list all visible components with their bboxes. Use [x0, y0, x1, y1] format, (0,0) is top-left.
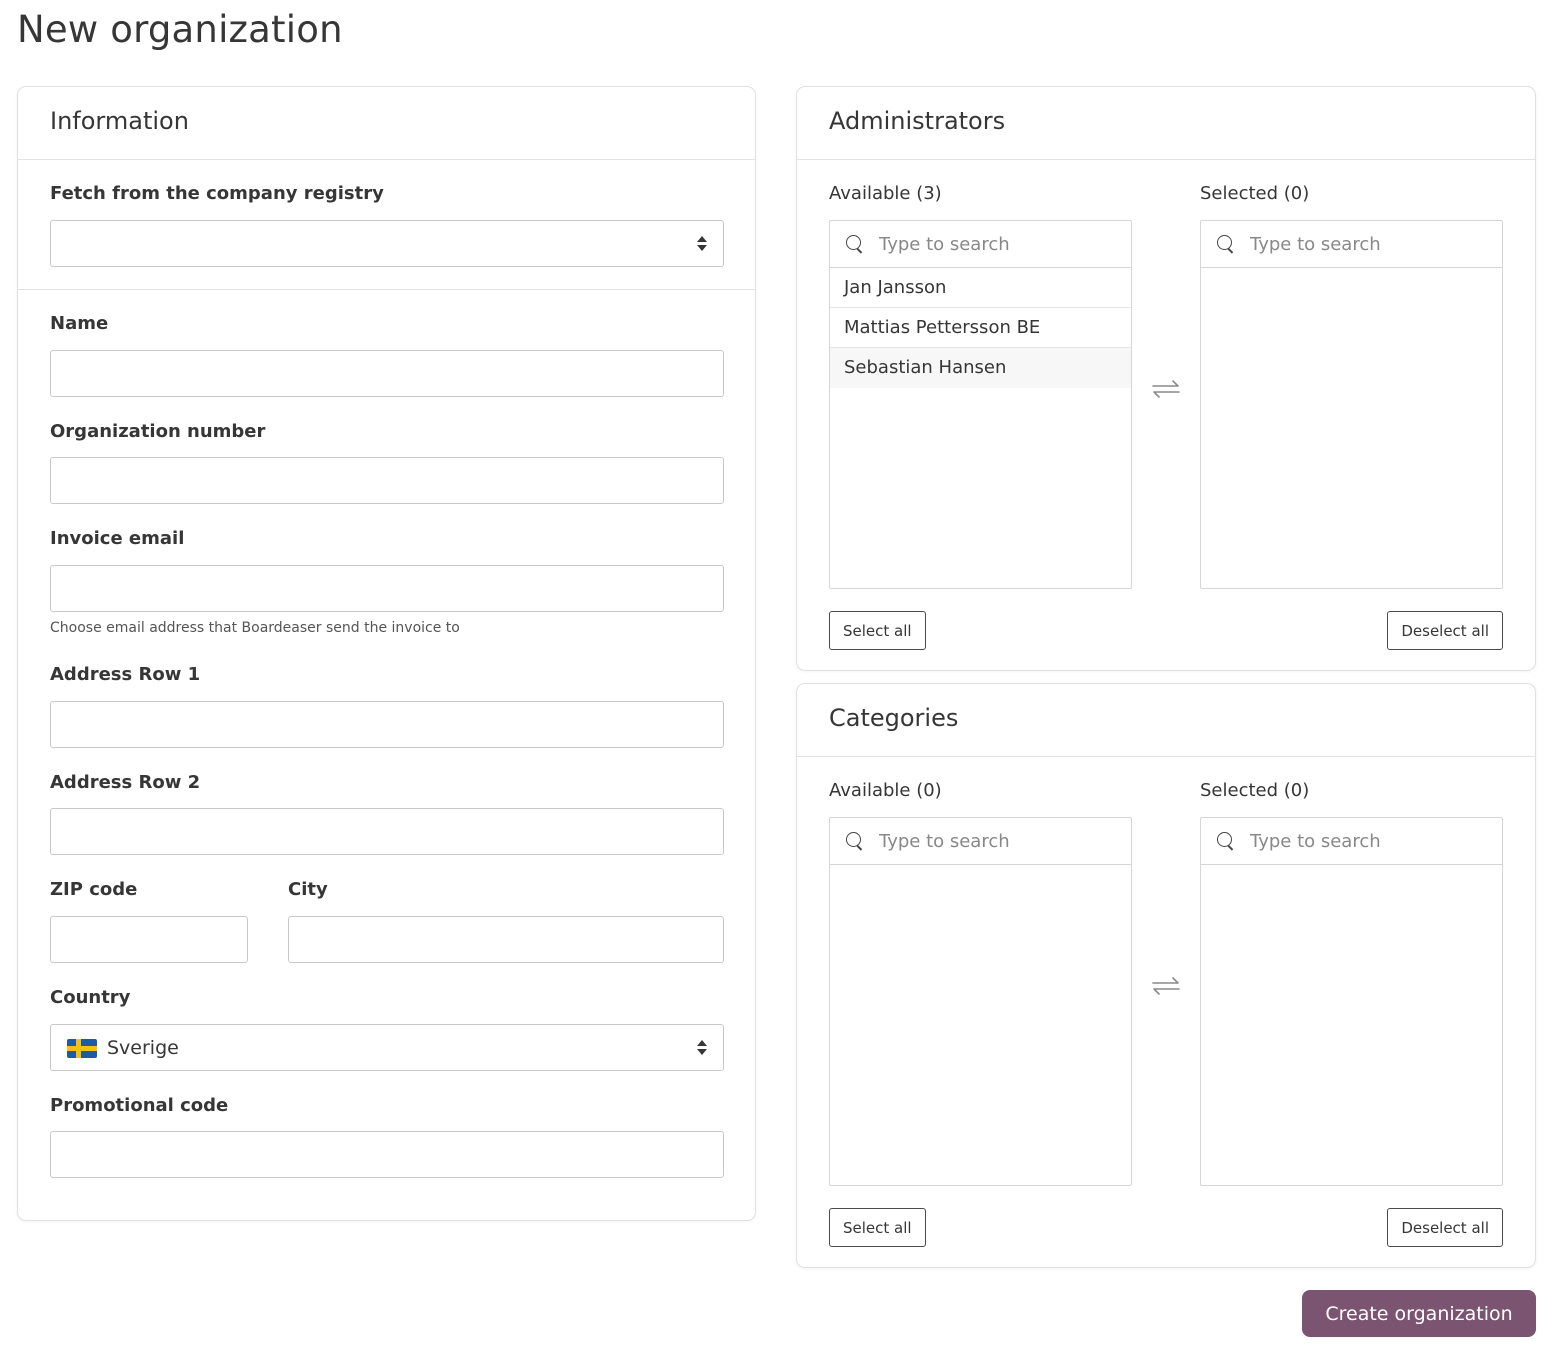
promo-input[interactable] — [50, 1131, 724, 1178]
cat-available-search — [830, 818, 1131, 865]
categories-card: Categories Available (0) Selected (0) Se… — [796, 683, 1536, 1268]
cat-selected-label: Selected (0) — [1200, 780, 1310, 801]
promo-label: Promotional code — [50, 1095, 229, 1116]
city-label: City — [288, 879, 328, 900]
zip-label: ZIP code — [50, 879, 138, 900]
admin-selected-search — [1201, 221, 1502, 268]
categories-card-title: Categories — [797, 684, 1535, 757]
admin-available-item[interactable]: Jan Jansson — [830, 268, 1131, 308]
transfer-arrows-icon — [1151, 976, 1181, 996]
cat-available-list — [829, 817, 1132, 1186]
org-number-label: Organization number — [50, 421, 266, 442]
admin-available-search — [830, 221, 1131, 268]
country-select[interactable]: Sverige — [50, 1024, 724, 1071]
address1-label: Address Row 1 — [50, 664, 201, 685]
cat-select-all-button[interactable]: Select all — [829, 1208, 926, 1247]
org-number-input[interactable] — [50, 457, 724, 504]
admin-select-all-button[interactable]: Select all — [829, 611, 926, 650]
registry-select[interactable] — [50, 220, 724, 267]
search-icon — [846, 235, 864, 253]
invoice-email-input[interactable] — [50, 565, 724, 612]
information-card-title: Information — [18, 87, 755, 160]
name-label: Name — [50, 313, 109, 334]
city-input[interactable] — [288, 916, 724, 963]
select-arrows-icon — [697, 236, 707, 252]
information-card: Information Fetch from the company regis… — [17, 86, 756, 1221]
cat-deselect-all-button[interactable]: Deselect all — [1387, 1208, 1503, 1247]
admin-selected-search-input[interactable] — [1250, 231, 1490, 257]
admin-available-label: Available (3) — [829, 183, 942, 204]
search-icon — [1217, 832, 1235, 850]
cat-selected-search-input[interactable] — [1250, 828, 1490, 854]
address2-label: Address Row 2 — [50, 772, 201, 793]
select-arrows-icon — [697, 1040, 707, 1056]
cat-selected-list — [1200, 817, 1503, 1186]
admin-available-item[interactable]: Mattias Pettersson BE — [830, 308, 1131, 348]
admin-available-search-input[interactable] — [879, 231, 1119, 257]
create-organization-button[interactable]: Create organization — [1302, 1290, 1536, 1337]
admin-selected-list — [1200, 220, 1503, 589]
search-icon — [1217, 235, 1235, 253]
country-label: Country — [50, 987, 131, 1008]
cat-available-label: Available (0) — [829, 780, 942, 801]
admin-available-item[interactable]: Sebastian Hansen — [830, 348, 1131, 388]
admin-selected-label: Selected (0) — [1200, 183, 1310, 204]
address1-input[interactable] — [50, 701, 724, 748]
transfer-arrows-icon — [1151, 379, 1181, 399]
name-input[interactable] — [50, 350, 724, 397]
administrators-card-title: Administrators — [797, 87, 1535, 160]
country-value: Sverige — [107, 1037, 179, 1059]
invoice-email-help: Choose email address that Boardeaser sen… — [50, 620, 460, 636]
administrators-card: Administrators Available (3) Selected (0… — [796, 86, 1536, 671]
page-title: New organization — [17, 8, 343, 51]
sweden-flag-icon — [67, 1039, 97, 1058]
zip-input[interactable] — [50, 916, 248, 963]
admin-available-list: Jan Jansson Mattias Pettersson BE Sebast… — [829, 220, 1132, 589]
cat-selected-search — [1201, 818, 1502, 865]
section-divider — [18, 289, 755, 290]
address2-input[interactable] — [50, 808, 724, 855]
admin-deselect-all-button[interactable]: Deselect all — [1387, 611, 1503, 650]
invoice-email-label: Invoice email — [50, 528, 185, 549]
cat-available-search-input[interactable] — [879, 828, 1119, 854]
registry-label: Fetch from the company registry — [50, 183, 384, 204]
search-icon — [846, 832, 864, 850]
